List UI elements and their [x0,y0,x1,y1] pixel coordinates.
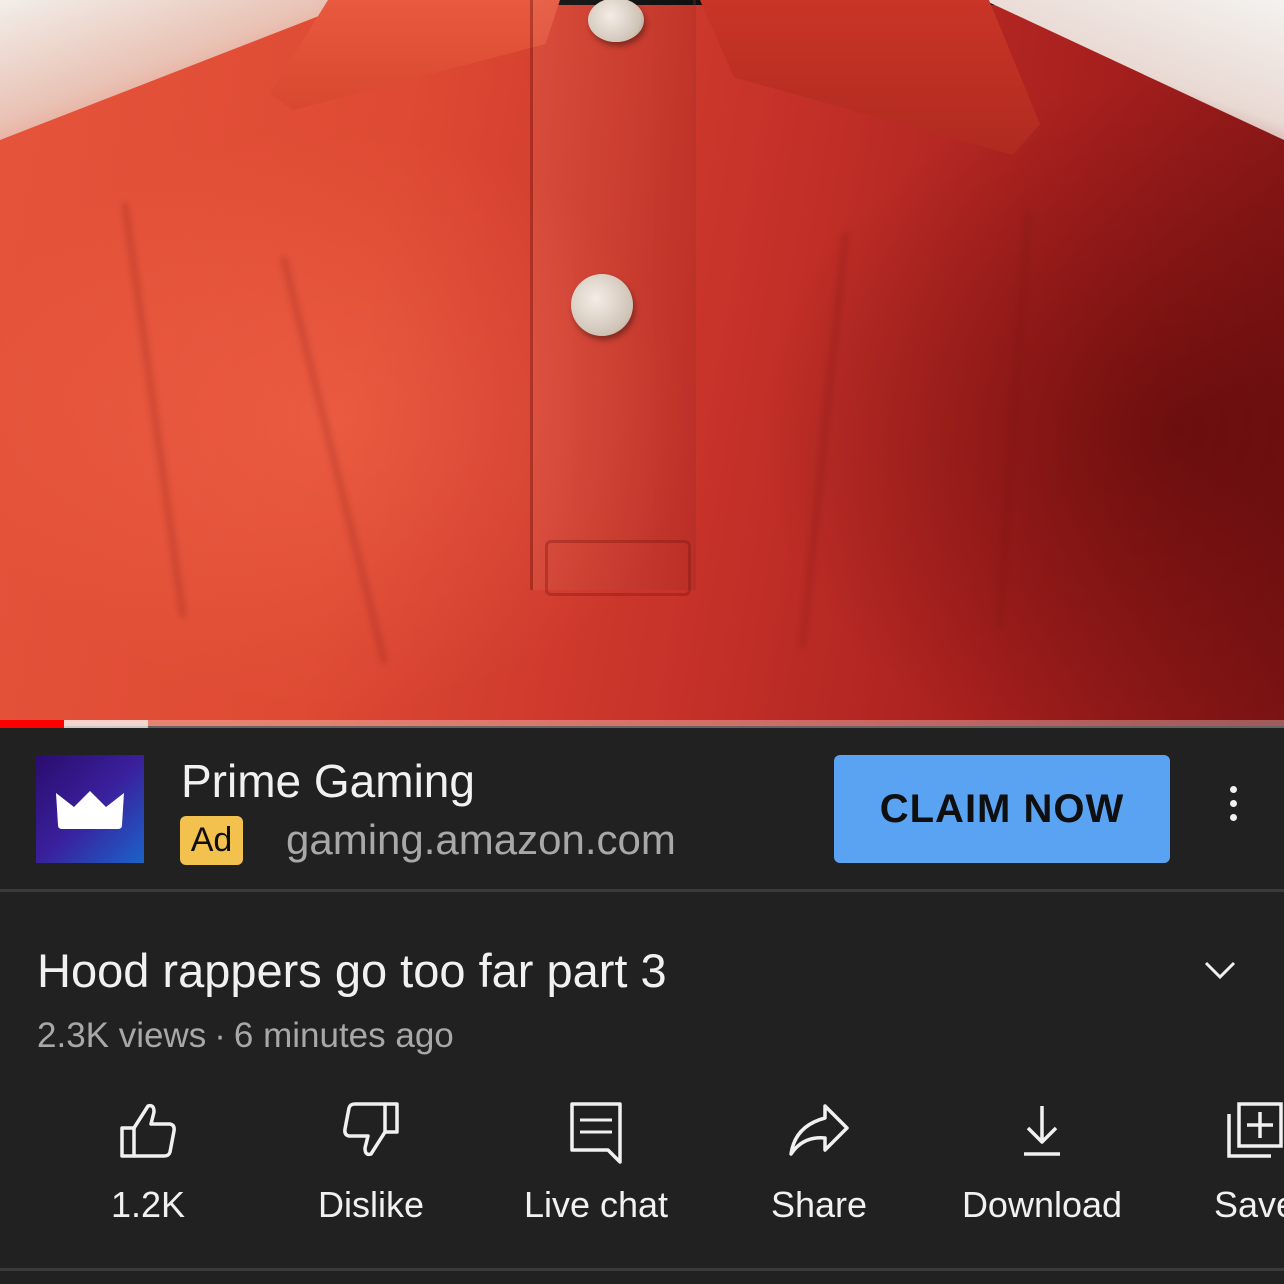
download-icon [1024,1106,1060,1156]
shirt-placket-end [545,540,691,596]
chevron-down-icon[interactable] [1200,950,1240,990]
progress-played [0,720,65,728]
video-meta[interactable]: 2.3K views · 6 minutes ago [37,1016,454,1056]
thumbs-down-icon [343,1102,399,1157]
advertiser-name[interactable]: Prime Gaming [181,754,475,808]
like-count: 1.2K [110,1184,186,1225]
watch-page: Prime Gaming Ad gaming.amazon.com CLAIM … [0,0,1284,1284]
meta-separator: · [214,1016,226,1055]
shirt-collar-right [700,0,1040,155]
divider [0,889,1284,892]
crown-icon [56,791,124,829]
like-button[interactable]: 1.2K [38,1100,258,1240]
share-label: Share [770,1184,868,1225]
claim-now-button[interactable]: CLAIM NOW [834,755,1170,863]
live-chat-label: Live chat [523,1184,669,1225]
video-title[interactable]: Hood rappers go too far part 3 [37,943,667,998]
live-chat-button[interactable]: Live chat [486,1100,706,1240]
divider [0,1268,1284,1271]
upload-age: 6 minutes ago [233,1016,454,1055]
shirt-fold [995,210,1033,630]
shirt-fold [279,255,389,665]
advertiser-logo[interactable] [36,755,144,863]
shirt-button [571,274,633,336]
chat-icon [570,1102,622,1164]
download-label: Download [961,1184,1123,1225]
share-button[interactable]: Share [709,1100,929,1240]
dislike-label: Dislike [317,1184,424,1225]
save-playlist-icon [1227,1102,1283,1158]
download-button[interactable]: Download [932,1100,1152,1240]
save-label: Save [1213,1184,1284,1225]
advertiser-url[interactable]: gaming.amazon.com [286,816,676,864]
video-player[interactable] [0,0,1284,726]
shirt-fold [120,201,188,619]
view-count: 2.3K views [37,1016,207,1055]
shirt-fold [798,230,850,650]
thumbs-up-icon [120,1103,176,1158]
share-icon [789,1104,849,1156]
shirt-button [588,0,644,42]
dislike-button[interactable]: Dislike [261,1100,481,1240]
more-options-icon[interactable] [1216,786,1250,832]
save-button[interactable]: Save [1145,1100,1284,1240]
video-progress-bar[interactable] [0,720,1284,728]
ad-banner[interactable]: Prime Gaming Ad gaming.amazon.com CLAIM … [0,728,1284,890]
ad-badge: Ad [180,816,243,865]
